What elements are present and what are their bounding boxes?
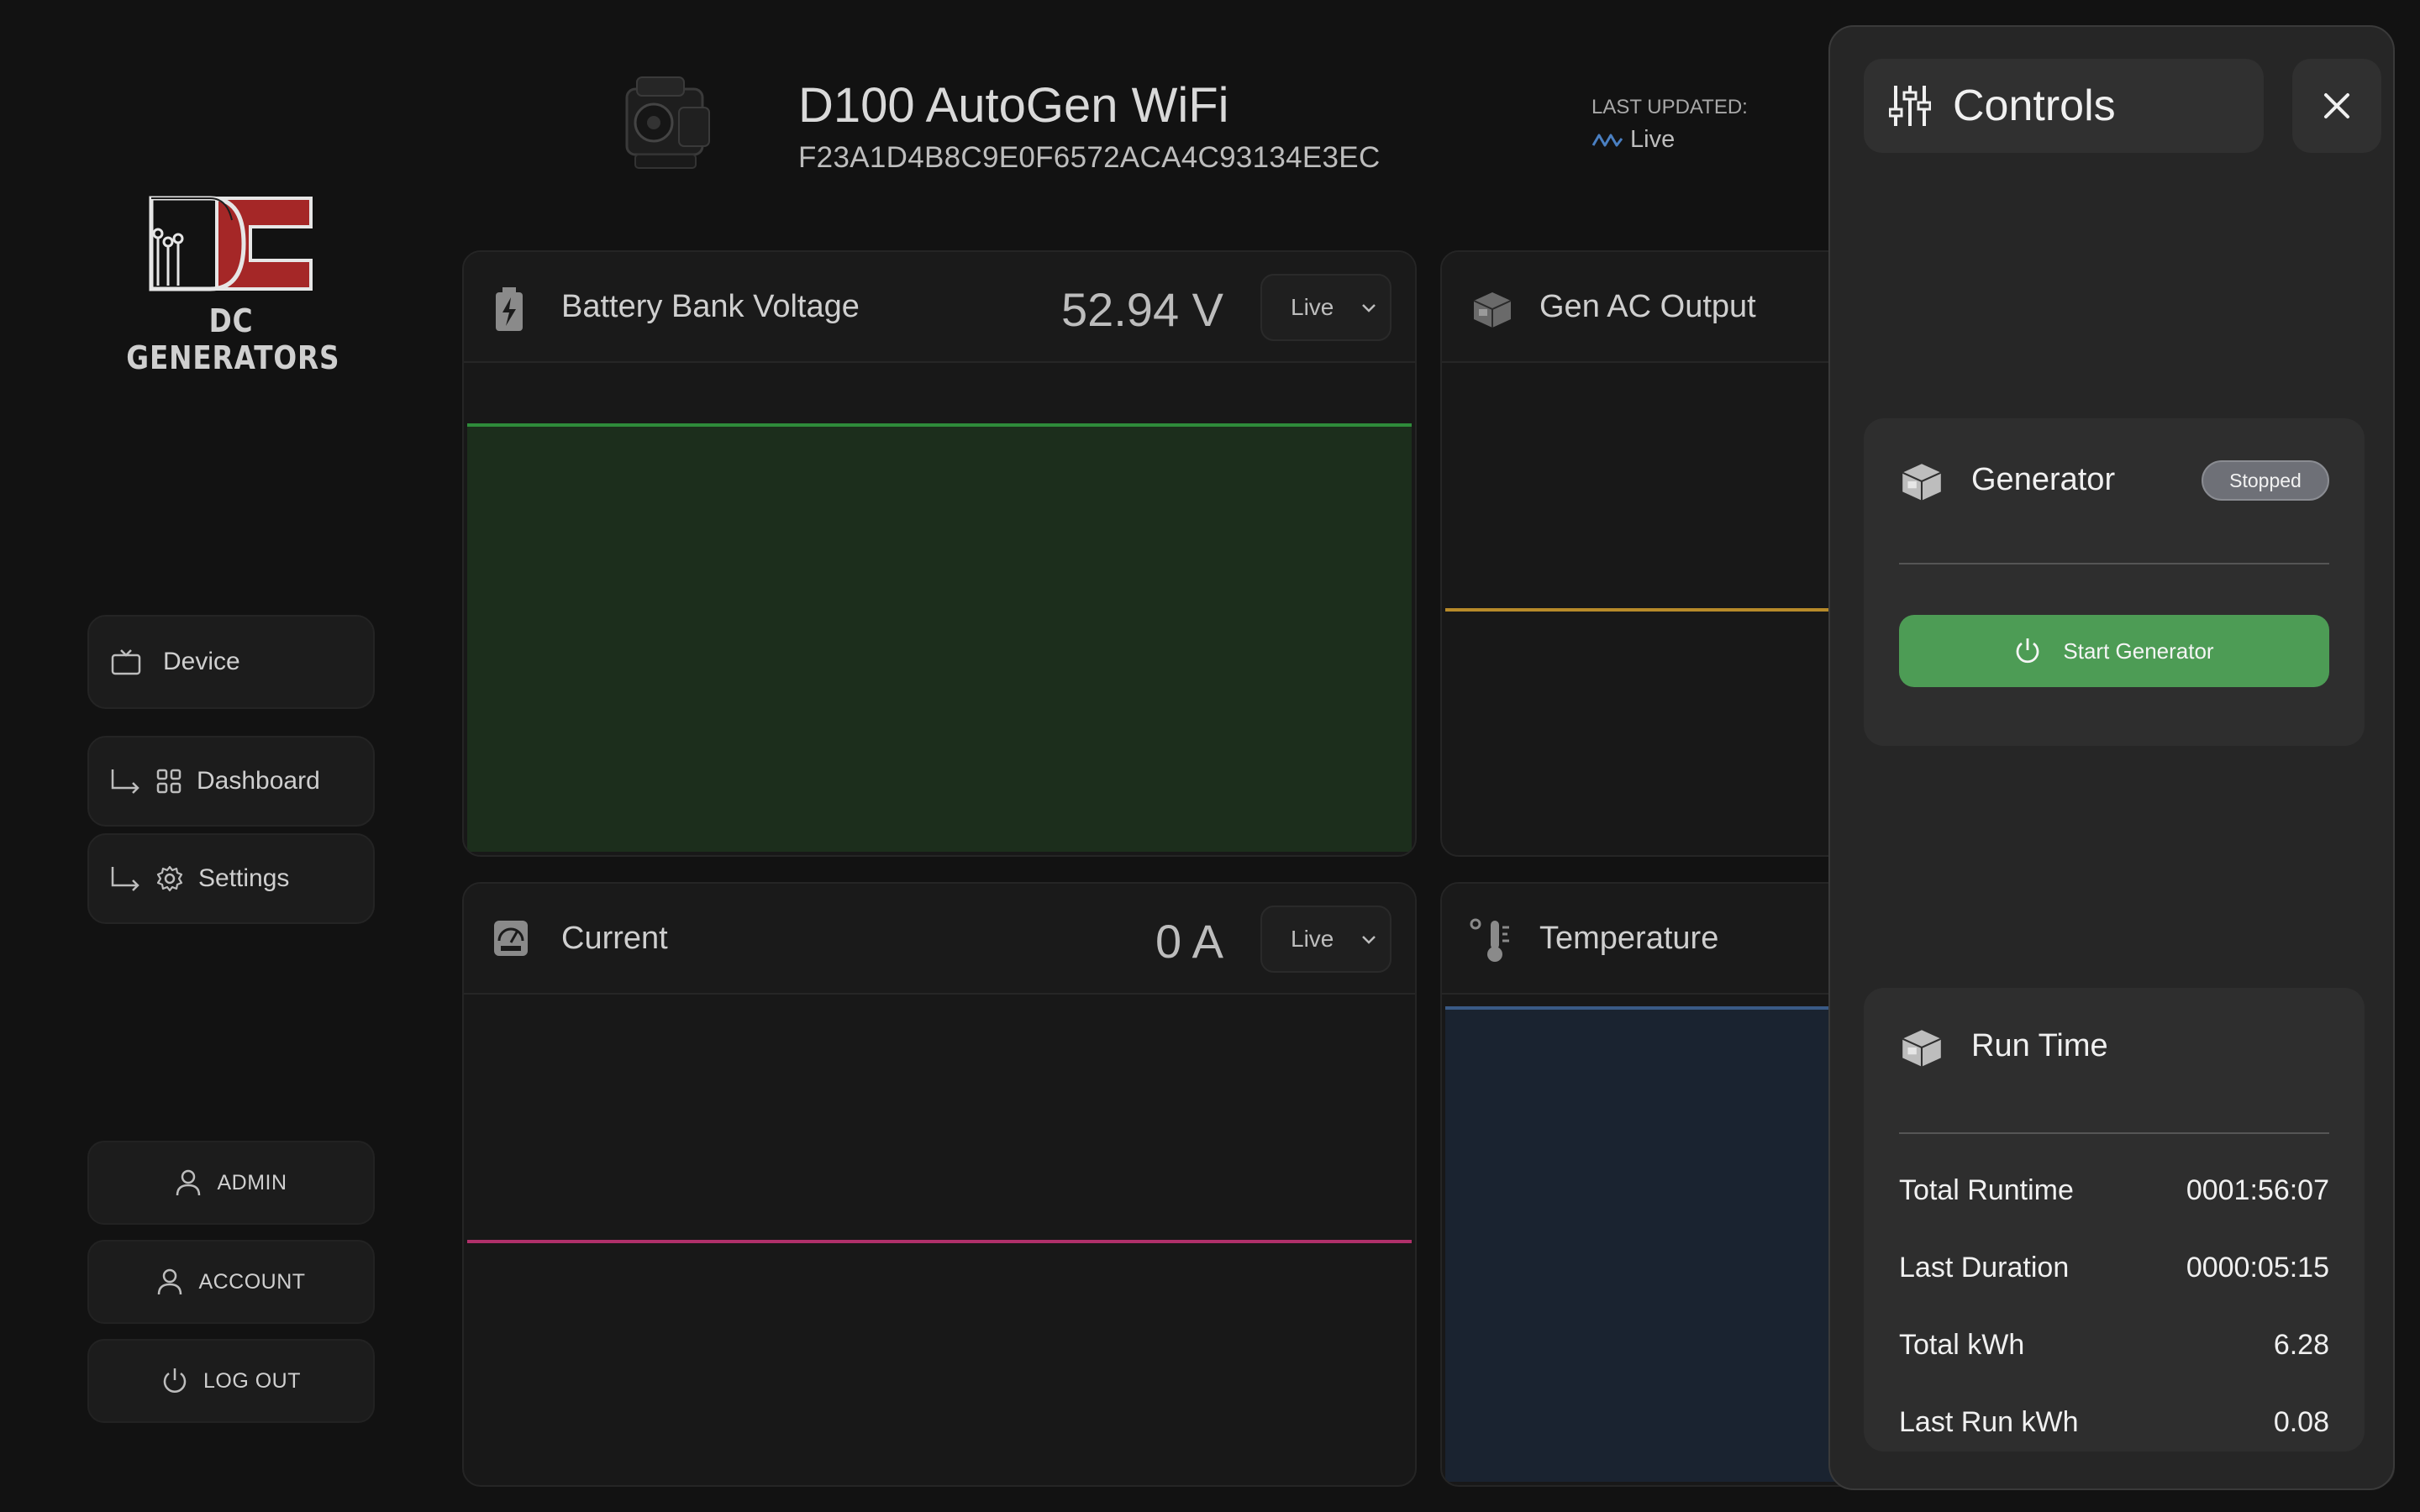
card-header: Battery Bank Voltage 52.94 V Live <box>464 252 1415 363</box>
controls-title: Controls <box>1953 81 2116 130</box>
account-button[interactable]: ACCOUNT <box>87 1240 375 1324</box>
generator-title: Generator <box>1971 462 2116 497</box>
current-card: Current 0 A Live <box>462 882 1417 1487</box>
sidebar-item-label: Dashboard <box>197 767 320 795</box>
card-title: Gen AC Output <box>1539 289 1756 324</box>
account-label: ACCOUNT <box>198 1269 306 1294</box>
user-icon <box>176 1169 201 1196</box>
row-label: Last Run kWh <box>1899 1406 2079 1438</box>
row-value: 6.28 <box>2273 1329 2329 1361</box>
time-range-value: Live <box>1291 294 1334 320</box>
thermometer-icon <box>1470 918 1509 962</box>
battery-icon <box>496 287 523 331</box>
chevron-down-icon <box>1362 936 1376 944</box>
time-range-select[interactable]: Live <box>1260 274 1392 341</box>
engine-icon <box>625 76 710 169</box>
sub-item-arrow-icon <box>111 769 139 794</box>
generator-engine-image <box>612 71 723 180</box>
card-title: Current <box>561 921 668 956</box>
row-value: 0.08 <box>2273 1406 2329 1438</box>
last-updated-value: Live <box>1630 126 1676 153</box>
ammeter-icon <box>494 921 528 956</box>
card-value: 52.94 V <box>1060 283 1223 336</box>
admin-label: ADMIN <box>217 1170 287 1194</box>
row-value: 0001:56:07 <box>2186 1174 2329 1206</box>
time-range-value: Live <box>1291 926 1334 952</box>
sliders-icon <box>1889 86 1931 126</box>
generator-icon <box>1473 292 1512 328</box>
admin-button[interactable]: ADMIN <box>87 1141 375 1225</box>
generator-icon <box>1902 1030 1942 1067</box>
sidebar-item-device[interactable]: Device <box>87 615 375 709</box>
battery-chart-fill <box>467 423 1412 852</box>
close-icon <box>2324 93 2349 118</box>
logout-button[interactable]: LOG OUT <box>87 1339 375 1423</box>
device-name: D100 AutoGen WiFi <box>798 78 1229 133</box>
logo-text: DC GENERATORS <box>126 302 340 376</box>
card-title: Temperature <box>1539 921 1719 956</box>
card-title: Battery Bank Voltage <box>561 289 860 324</box>
time-range-select[interactable]: Live <box>1260 906 1392 973</box>
row-label: Total kWh <box>1899 1329 2025 1361</box>
gear-icon <box>156 865 183 892</box>
run-time-section: Run Time Total Runtime 0001:56:07 Last D… <box>1864 988 2365 1452</box>
divider <box>1899 563 2329 564</box>
runtime-row-last-duration: Last Duration 0000:05:15 <box>1899 1252 2329 1284</box>
sub-item-arrow-icon <box>111 867 139 891</box>
grid-icon <box>156 769 182 794</box>
live-indicator: Live <box>1591 126 1675 154</box>
device-id: F23A1D4B8C9E0F6572ACA4C93134E3EC <box>798 141 1381 174</box>
battery-voltage-card: Battery Bank Voltage 52.94 V Live <box>462 250 1417 857</box>
card-header: Current 0 A Live <box>464 884 1415 995</box>
controls-panel: Controls Generator Stopped Start Generat… <box>1828 25 2395 1490</box>
tv-icon <box>111 649 141 675</box>
dc-logo-icon <box>149 196 313 291</box>
sidebar-item-settings[interactable]: Settings <box>87 833 375 924</box>
row-value: 0000:05:15 <box>2186 1252 2329 1284</box>
generator-section: Generator Stopped Start Generator <box>1864 418 2365 746</box>
last-updated-label: LAST UPDATED: <box>1591 96 1748 118</box>
user-icon <box>158 1268 182 1295</box>
runtime-row-total-kwh: Total kWh 6.28 <box>1899 1329 2329 1362</box>
runtime-row-total-runtime: Total Runtime 0001:56:07 <box>1899 1174 2329 1207</box>
row-label: Last Duration <box>1899 1252 2070 1284</box>
power-icon <box>163 1368 187 1393</box>
sidebar-item-label: Settings <box>198 864 290 892</box>
row-label: Total Runtime <box>1899 1174 2074 1206</box>
generator-icon <box>1902 464 1942 501</box>
live-wave-icon <box>1591 134 1623 146</box>
start-generator-label: Start Generator <box>2063 638 2214 664</box>
power-icon <box>2016 638 2039 664</box>
brand-logo: DC GENERATORS <box>109 195 353 376</box>
chevron-down-icon <box>1362 304 1376 312</box>
divider <box>1899 1132 2329 1134</box>
sidebar-item-label: Device <box>163 648 240 675</box>
card-value: 0 A <box>1155 915 1223 968</box>
sidebar-item-dashboard[interactable]: Dashboard <box>87 736 375 827</box>
start-generator-button[interactable]: Start Generator <box>1899 615 2329 687</box>
status-badge: Stopped <box>2202 460 2329 501</box>
run-time-title: Run Time <box>1971 1028 2108 1063</box>
logout-label: LOG OUT <box>203 1368 301 1393</box>
current-chart-line <box>467 1240 1412 1243</box>
close-button[interactable] <box>2292 59 2381 153</box>
controls-header: Controls <box>1864 59 2264 153</box>
runtime-row-last-run-kwh: Last Run kWh 0.08 <box>1899 1406 2329 1439</box>
